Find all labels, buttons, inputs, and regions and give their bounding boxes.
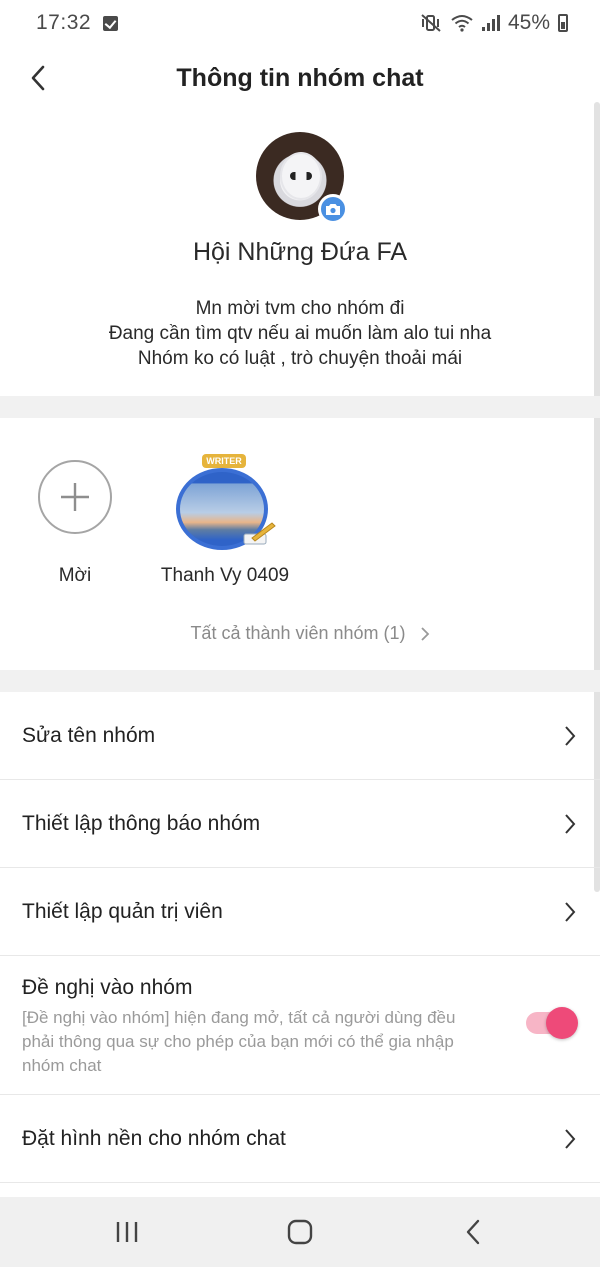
chevron-right-icon <box>565 813 576 834</box>
admin-settings-row[interactable]: Thiết lập quản trị viên <box>0 868 600 956</box>
chevron-right-icon <box>565 1128 576 1149</box>
recent-apps-button[interactable] <box>97 1207 157 1257</box>
battery-percent: 45% <box>507 11 550 34</box>
rename-group-label: Sửa tên nhóm <box>22 723 156 747</box>
section-divider <box>0 396 600 418</box>
group-description-line: Đang cần tìm qtv nếu ai muốn làm alo tui… <box>108 323 492 344</box>
member-avatar-wrap[interactable]: WRITER <box>172 454 276 550</box>
join-request-label: Đề nghị vào nhóm <box>22 976 193 999</box>
admin-settings-label: Thiết lập quản trị viên <box>22 899 223 923</box>
battery-icon <box>558 14 568 32</box>
notification-settings-label: Thiết lập thông báo nhóm <box>22 811 261 835</box>
page-title: Thông tin nhóm chat <box>176 63 424 92</box>
members-section: Mời WRITER Thanh Vy 0409 Tất cả thành vi… <box>0 418 600 670</box>
join-request-toggle[interactable] <box>526 1007 578 1039</box>
group-info: Hội Những Đứa FA Mn mời tvm cho nhóm đi … <box>0 110 600 396</box>
status-icons: 45% <box>420 11 568 35</box>
header: Thông tin nhóm chat <box>0 46 600 110</box>
plus-icon <box>61 483 89 511</box>
back-button[interactable] <box>20 60 56 96</box>
wallpaper-row[interactable]: Đặt hình nền cho nhóm chat <box>0 1095 600 1183</box>
checkbox-notification-icon <box>103 15 119 31</box>
chevron-right-icon <box>565 725 576 746</box>
toggle-knob <box>546 1007 578 1039</box>
member-frame-badge: WRITER <box>202 454 246 468</box>
group-description-line: Mn mời tvm cho nhóm đi <box>195 298 405 319</box>
group-avatar-wrap[interactable] <box>256 132 348 224</box>
wallpaper-label: Đặt hình nền cho nhóm chat <box>22 1126 286 1150</box>
camera-icon[interactable] <box>318 194 348 224</box>
all-members-label: Tất cả thành viên nhóm (1) <box>190 623 406 643</box>
recent-apps-icon <box>116 1222 137 1242</box>
status-time: 17:32 <box>36 11 92 34</box>
notification-settings-row[interactable]: Thiết lập thông báo nhóm <box>0 780 600 868</box>
invite-label: Mời <box>58 565 92 586</box>
home-button[interactable] <box>270 1207 330 1257</box>
back-nav-icon <box>467 1219 480 1245</box>
invite-button[interactable] <box>38 460 112 534</box>
back-nav-button[interactable] <box>443 1207 503 1257</box>
chevron-left-icon <box>31 65 45 91</box>
mute-vibrate-icon <box>421 14 441 32</box>
pen-icon <box>243 522 276 545</box>
settings-list: Sửa tên nhóm Thiết lập thông báo nhóm Th… <box>0 692 600 1183</box>
group-description-line: Nhóm ko có luật , trò chuyện thoải mái <box>137 348 463 369</box>
section-divider <box>0 670 600 692</box>
status-bar: 17:32 45% <box>0 0 600 46</box>
member-name: Thanh Vy 0409 <box>160 565 290 586</box>
signal-icon <box>481 15 500 31</box>
join-request-description: [Đề nghị vào nhóm] hiện đang mở, tất cả … <box>22 1008 456 1075</box>
join-request-row: Đề nghị vào nhóm [Đề nghị vào nhóm] hiện… <box>0 956 600 1095</box>
chevron-right-icon <box>420 626 429 641</box>
group-description: Mn mời tvm cho nhóm đi Đang cần tìm qtv … <box>0 296 600 371</box>
system-nav-bar <box>0 1197 600 1267</box>
wifi-icon <box>451 15 473 32</box>
home-icon <box>287 1219 313 1245</box>
all-members-link[interactable]: Tất cả thành viên nhóm (1) <box>0 623 600 644</box>
chevron-right-icon <box>565 901 576 922</box>
rename-group-row[interactable]: Sửa tên nhóm <box>0 692 600 780</box>
group-name: Hội Những Đứa FA <box>192 238 408 266</box>
